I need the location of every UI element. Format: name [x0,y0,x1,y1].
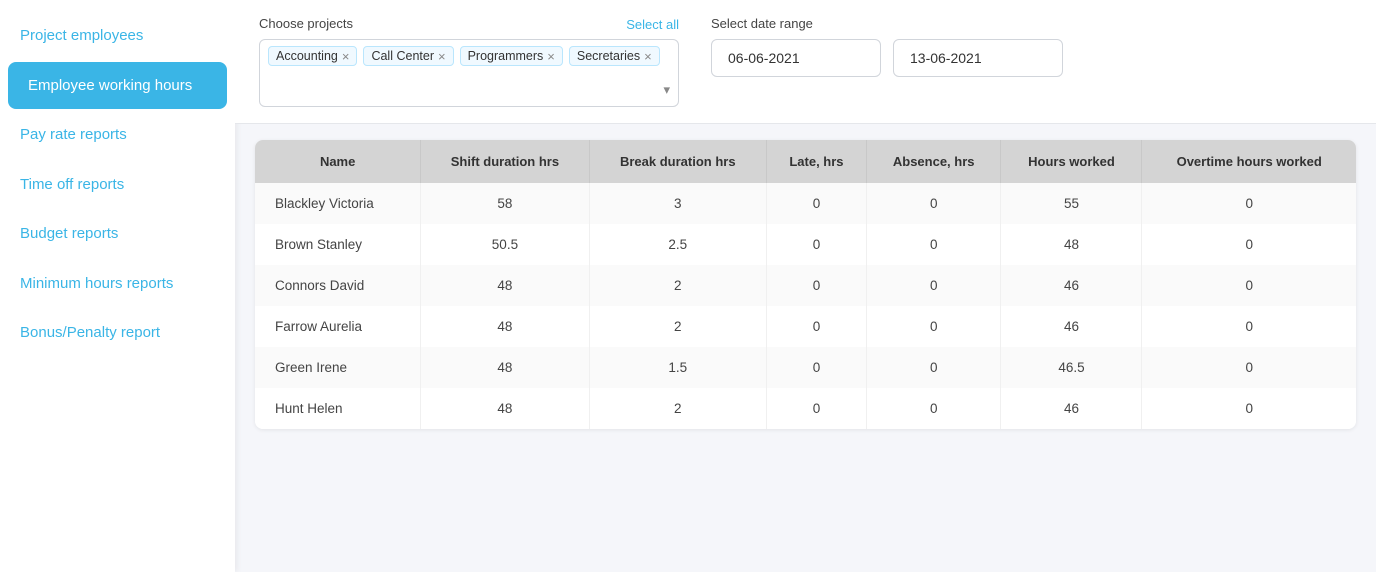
table-cell: 0 [767,183,867,224]
table-cell: 48 [421,306,589,347]
col-header: Name [255,140,421,183]
date-to-input[interactable] [893,39,1063,77]
table-cell: 2 [590,388,767,429]
table-cell: 0 [1142,306,1356,347]
table-cell: 0 [1142,347,1356,388]
table-row: Hunt Helen48200460 [255,388,1356,429]
table-cell: 50.5 [421,224,589,265]
table-row: Connors David48200460 [255,265,1356,306]
sidebar: Project employeesEmployee working hoursP… [0,0,235,572]
table-cell: 48 [421,265,589,306]
tag-accounting: Accounting × [268,46,357,66]
table-cell: 0 [1142,388,1356,429]
projects-label: Choose projects [259,16,353,31]
table-cell: 46 [1001,265,1142,306]
table-cell: 0 [1142,224,1356,265]
table-header-row: NameShift duration hrsBreak duration hrs… [255,140,1356,183]
sidebar-item-budget-reports[interactable]: Budget reports [0,210,235,258]
table-cell: 0 [867,183,1002,224]
sidebar-item-project-employees[interactable]: Project employees [0,12,235,60]
table-cell: 0 [867,388,1002,429]
col-header: Overtime hours worked [1142,140,1356,183]
table-cell: 0 [767,306,867,347]
tag-programmers: Programmers × [460,46,563,66]
table-cell: 2.5 [590,224,767,265]
employee-name: Connors David [255,265,421,306]
select-all-link[interactable]: Select all [626,17,679,32]
date-range-label: Select date range [711,16,1063,31]
table-cell: 0 [867,347,1002,388]
table-cell: 2 [590,306,767,347]
table-cell: 0 [1142,265,1356,306]
working-hours-table: NameShift duration hrsBreak duration hrs… [255,140,1356,429]
table-cell: 0 [767,224,867,265]
table-cell: 0 [867,224,1002,265]
table-cell: 0 [867,265,1002,306]
table-cell: 0 [767,388,867,429]
table-cell: 0 [767,265,867,306]
tag-secretaries: Secretaries × [569,46,660,66]
table-body: Blackley Victoria58300550Brown Stanley50… [255,183,1356,429]
date-from-input[interactable] [711,39,881,77]
projects-header: Choose projects Select all [259,16,679,33]
tag-remove-call-center[interactable]: × [438,50,446,63]
date-range-section: Select date range [711,16,1063,77]
table-cell: 48 [1001,224,1142,265]
table-cell: 58 [421,183,589,224]
table-cell: 2 [590,265,767,306]
col-header: Shift duration hrs [421,140,589,183]
col-header: Absence, hrs [867,140,1002,183]
tag-remove-programmers[interactable]: × [547,50,555,63]
table-row: Brown Stanley50.52.500480 [255,224,1356,265]
tag-call-center: Call Center × [363,46,453,66]
table-cell: 46.5 [1001,347,1142,388]
col-header: Late, hrs [767,140,867,183]
projects-dropdown[interactable]: Accounting × Call Center × Programmers × Se… [259,39,679,107]
table-cell: 55 [1001,183,1142,224]
table-area: NameShift duration hrsBreak duration hrs… [235,124,1376,572]
table-cell: 48 [421,347,589,388]
table-header: NameShift duration hrsBreak duration hrs… [255,140,1356,183]
col-header: Break duration hrs [590,140,767,183]
dropdown-arrow-icon: ▾ [663,82,670,98]
employee-name: Brown Stanley [255,224,421,265]
table-cell: 48 [421,388,589,429]
employee-name: Blackley Victoria [255,183,421,224]
filter-bar: Choose projects Select all Accounting × C… [235,0,1376,124]
employee-name: Hunt Helen [255,388,421,429]
table-cell: 3 [590,183,767,224]
projects-filter-section: Choose projects Select all Accounting × C… [259,16,679,107]
sidebar-item-time-off-reports[interactable]: Time off reports [0,161,235,209]
date-inputs [711,39,1063,77]
table-cell: 1.5 [590,347,767,388]
sidebar-item-pay-rate-reports[interactable]: Pay rate reports [0,111,235,159]
table-cell: 0 [1142,183,1356,224]
table-row: Green Irene481.50046.50 [255,347,1356,388]
employee-name: Farrow Aurelia [255,306,421,347]
table-cell: 46 [1001,306,1142,347]
tag-remove-secretaries[interactable]: × [644,50,652,63]
sidebar-item-bonus-penalty-report[interactable]: Bonus/Penalty report [0,309,235,357]
main-content: Choose projects Select all Accounting × C… [235,0,1376,572]
sidebar-item-minimum-hours-reports[interactable]: Minimum hours reports [0,260,235,308]
sidebar-item-employee-working-hours[interactable]: Employee working hours [8,62,227,110]
table-row: Farrow Aurelia48200460 [255,306,1356,347]
employee-name: Green Irene [255,347,421,388]
table-cell: 46 [1001,388,1142,429]
table-row: Blackley Victoria58300550 [255,183,1356,224]
table-cell: 0 [867,306,1002,347]
tag-remove-accounting[interactable]: × [342,50,350,63]
table-cell: 0 [767,347,867,388]
col-header: Hours worked [1001,140,1142,183]
